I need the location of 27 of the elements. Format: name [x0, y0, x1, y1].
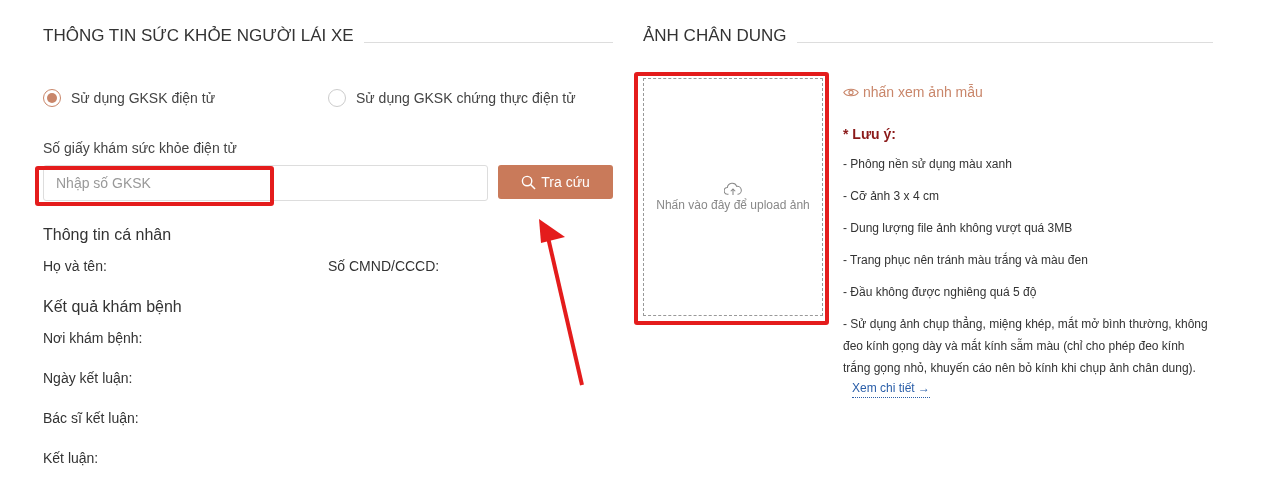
field-label: Số CMND/CCCD:	[328, 258, 441, 274]
details-link[interactable]: Xem chi tiết →	[852, 381, 931, 398]
subsection-title: Thông tin cá nhân	[43, 226, 173, 244]
radio-option[interactable]: Sử dụng GKSK chứng thực điện tử	[328, 89, 613, 107]
eye-icon	[843, 86, 859, 98]
field-label: Bác sĩ kết luận:	[43, 410, 140, 426]
input-field[interactable]: Nhập số GKSK	[43, 165, 489, 201]
note-text: - Dung lượng file ảnh không vượt quá 3MB	[843, 220, 1074, 237]
note-text: - Sử dụng ảnh chụp thẳng, miệng khép, mắt mở bình thường, không đeo kính gọng dày và mắt kính sẫm màu (chỉ cho phép đeo kính trắng gọng nhỏ, khuyến cáo nên bỏ kính khi chụp ảnh chân dung).	[843, 315, 1209, 377]
search-icon	[521, 174, 537, 190]
notes-title: * Lưu ý:	[843, 126, 897, 142]
field-label: Số giấy khám sức khỏe điện tử	[43, 140, 238, 156]
field-label: Nơi khám bệnh:	[43, 330, 144, 346]
radio-option[interactable]: Sử dụng GKSK điện tử	[43, 89, 328, 107]
cloud-upload-icon	[724, 182, 742, 196]
field-label: Kết luận:	[43, 450, 100, 466]
upload-hint: Nhấn vào đây để upload ảnh	[656, 198, 810, 212]
note-text: - Đầu không được nghiêng quá 5 độ	[843, 284, 1038, 301]
field-label: Họ và tên:	[43, 258, 108, 274]
section-title: THÔNG TIN SỨC KHỎE NGƯỜI LÁI XE	[43, 26, 354, 46]
note-text: - Phông nền sử dụng màu xanh	[843, 156, 1013, 173]
note-text: - Cỡ ảnh 3 x 4 cm	[843, 188, 940, 205]
field-label: Ngày kết luận:	[43, 370, 134, 386]
section-title: ẢNH CHÂN DUNG	[643, 26, 787, 46]
upload-area[interactable]: Nhấn vào đây để upload ảnh	[643, 78, 823, 316]
subsection-title: Kết quả khám bệnh	[43, 298, 183, 316]
note-text: - Trang phục nên tránh màu trắng và màu đen	[843, 251, 1089, 269]
